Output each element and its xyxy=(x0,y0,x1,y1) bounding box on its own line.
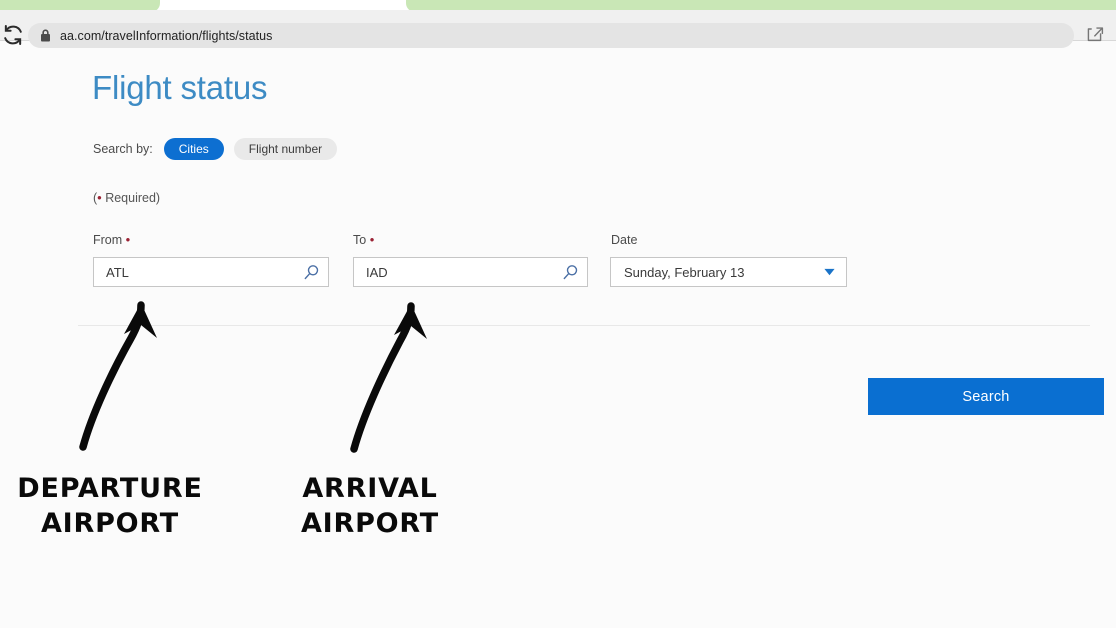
chevron-down-icon[interactable] xyxy=(824,268,835,276)
browser-toolbar: aa.com/travelInformation/flights/status xyxy=(0,10,1116,48)
search-icon[interactable] xyxy=(562,264,579,281)
date-dropdown[interactable]: Sunday, February 13 xyxy=(610,257,847,287)
page-content: Flight status Search by: Cities Flight n… xyxy=(0,41,1116,628)
section-divider xyxy=(78,325,1090,326)
screen-root: aa.com/travelInformation/flights/status … xyxy=(0,0,1116,628)
to-field-value: IAD xyxy=(366,264,388,280)
to-field-label: To • xyxy=(353,233,374,247)
search-icon[interactable] xyxy=(303,264,320,281)
page-title: Flight status xyxy=(92,69,268,106)
to-field[interactable]: IAD xyxy=(353,257,588,287)
date-dropdown-value: Sunday, February 13 xyxy=(624,264,745,280)
date-field-label: Date xyxy=(611,233,638,247)
tab-cities[interactable]: Cities xyxy=(163,138,224,160)
to-required-icon: • xyxy=(369,232,375,247)
from-field-label: From • xyxy=(93,233,130,247)
to-label-text: To xyxy=(353,233,367,247)
search-by-toggle-group: Search by: Cities Flight number xyxy=(93,138,338,160)
tab-flight-number[interactable]: Flight number xyxy=(233,138,338,160)
search-by-label: Search by: xyxy=(93,142,153,156)
from-label-text: From xyxy=(93,233,123,247)
search-button[interactable]: Search xyxy=(868,378,1104,415)
from-field-value: ATL xyxy=(106,264,129,280)
required-legend-text: Required) xyxy=(101,191,161,205)
from-required-icon: • xyxy=(125,232,131,247)
required-legend: (• Required) xyxy=(93,191,160,205)
from-field[interactable]: ATL xyxy=(93,257,329,287)
